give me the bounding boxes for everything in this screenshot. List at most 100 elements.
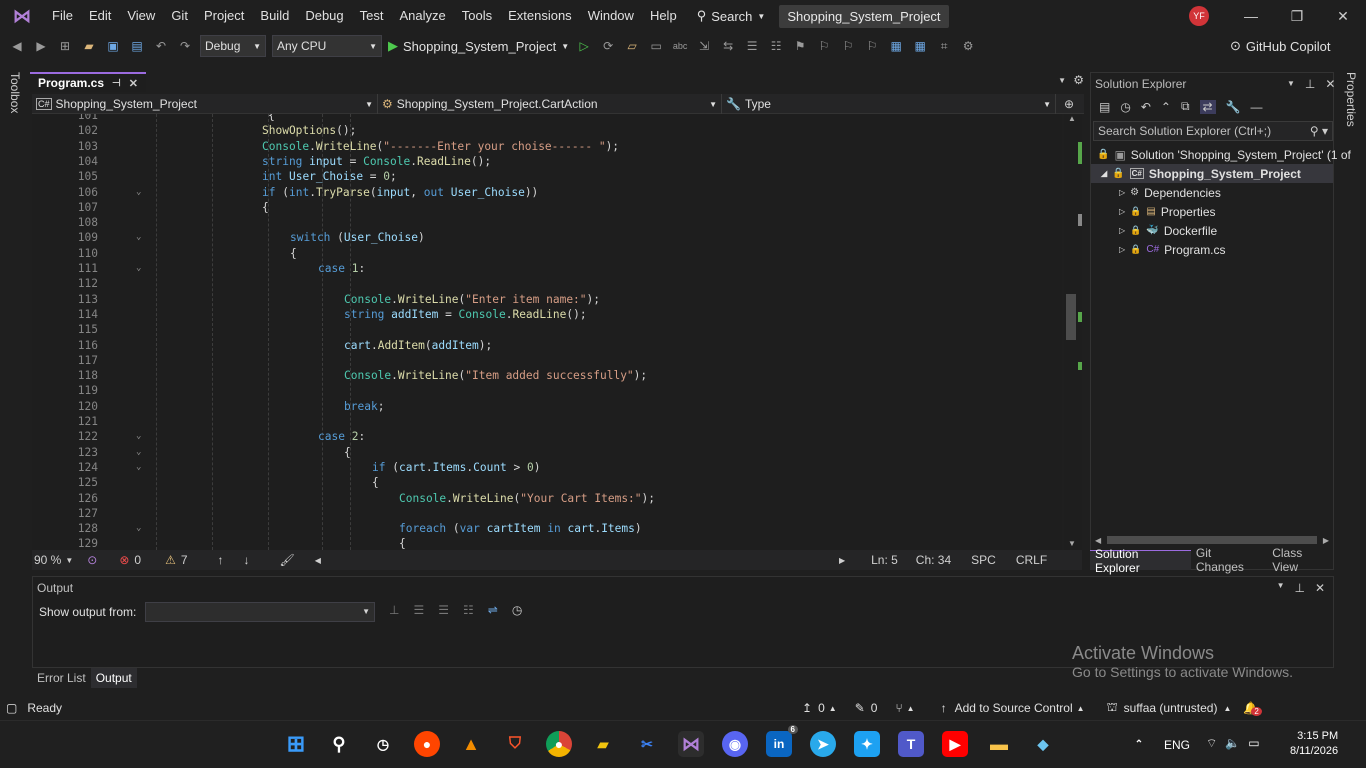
new-item-icon[interactable]: ⊞ [56, 37, 74, 55]
menu-debug[interactable]: Debug [297, 0, 351, 32]
scroll-right-icon[interactable]: ▶ [839, 556, 845, 565]
next-issue-icon[interactable]: ↓ [244, 553, 250, 567]
tab-overflow-icon[interactable]: ▼ [1058, 76, 1066, 85]
platform-select[interactable]: Any CPU ▼ [272, 35, 382, 57]
expand-arrow-icon[interactable]: ▷ [1119, 245, 1125, 254]
tab-program-cs[interactable]: Program.cs ⊣ ✕ [30, 72, 146, 92]
task-view-icon[interactable]: ◷ [370, 731, 396, 757]
menu-help[interactable]: Help [642, 0, 685, 32]
preview-icon[interactable]: — [1251, 100, 1263, 114]
previous-issue-icon[interactable]: ↑ [218, 553, 224, 567]
code-line[interactable]: 109 ⌄ switch (User_Choise) [32, 230, 1062, 245]
step-into-icon[interactable]: ⇲ [695, 37, 713, 55]
code-line[interactable]: 122 ⌄ case 2: [32, 429, 1062, 444]
code-line[interactable]: 125 { [32, 475, 1062, 490]
pin-icon[interactable]: ⊥ [1294, 581, 1304, 595]
restore-icon[interactable]: ❐ [1274, 0, 1320, 32]
bookmark-clear-icon[interactable]: ⚐ [863, 37, 881, 55]
search-solution-input[interactable]: Search Solution Explorer (Ctrl+;) ⚲ ▾ [1093, 121, 1333, 141]
code-line[interactable]: 127 [32, 506, 1062, 521]
menu-file[interactable]: File [44, 0, 81, 32]
line-ending-indicator[interactable]: CRLF [1016, 553, 1047, 567]
youtube-icon[interactable]: ▶ [942, 731, 968, 757]
menu-tools[interactable]: Tools [454, 0, 500, 32]
start-without-debugging-icon[interactable]: ▷ [575, 37, 593, 55]
source-control-icon[interactable]: ↑ [941, 701, 947, 715]
code-line[interactable]: 118 Console.WriteLine("Item added success… [32, 368, 1062, 383]
code-line[interactable]: 116 cart.AddItem(addItem); [32, 338, 1062, 353]
twitter-icon[interactable]: ✦ [854, 731, 880, 757]
code-line[interactable]: 114 string addItem = Console.ReadLine(); [32, 307, 1062, 322]
pushes-count[interactable]: 0 [818, 701, 825, 715]
output-source-select[interactable]: ▼ [145, 602, 375, 622]
back-icon[interactable]: ◀ [8, 37, 26, 55]
start-debugging-button[interactable]: ▶ Shopping_System_Project ▼ [388, 38, 569, 54]
search-button[interactable]: ⚲ Search ▼ [697, 8, 766, 24]
scroll-thumb[interactable] [1066, 294, 1076, 340]
customize-icon[interactable]: ⚙ [959, 37, 977, 55]
back-icon[interactable]: ↶ [1141, 100, 1151, 114]
repository-label[interactable]: suffaa (untrusted) [1124, 701, 1218, 715]
scroll-right-icon[interactable]: ▶ [1323, 536, 1329, 545]
extension-icon[interactable]: ⌗ [935, 37, 953, 55]
github-copilot-button[interactable]: ⊙ GitHub Copilot [1230, 38, 1330, 54]
menu-window[interactable]: Window [580, 0, 642, 32]
fold-toggle-icon[interactable]: ⌄ [136, 460, 141, 475]
scroll-left-icon[interactable]: ◀ [315, 556, 321, 565]
pin-icon[interactable]: ⊥ [1305, 77, 1315, 91]
telegram-icon[interactable]: ➤ [810, 731, 836, 757]
find-message-icon[interactable]: ⊥ [389, 603, 399, 617]
chevron-down-icon[interactable]: ▼ [1277, 581, 1285, 595]
linkedin-icon[interactable]: in 6 [766, 725, 798, 757]
repository-icon[interactable]: ⛫ [1107, 700, 1118, 716]
code-line[interactable]: 101 { [32, 114, 1062, 123]
fold-toggle-icon[interactable]: ⌄ [136, 445, 141, 460]
scroll-up-icon[interactable]: ▲ [1068, 114, 1076, 123]
chevron-down-icon[interactable]: ▼ [1287, 79, 1295, 88]
add-to-source-control-button[interactable]: Add to Source Control [955, 701, 1073, 715]
configuration-select[interactable]: Debug ▼ [200, 35, 266, 57]
code-line[interactable]: 117 [32, 353, 1062, 368]
clock[interactable]: 3:15 PM 8/11/2026 [1290, 729, 1338, 759]
properties-icon[interactable]: 🔧 [1226, 100, 1241, 114]
tree-item-dockerfile[interactable]: ▷ 🔒 🐳 Dockerfile [1119, 221, 1217, 240]
hot-reload-icon[interactable]: ⟳ [599, 37, 617, 55]
settings-gear-icon[interactable]: ⚙ [1073, 73, 1084, 87]
branch-icon[interactable]: ⑂ [895, 701, 902, 715]
tab-git-changes[interactable]: Git Changes [1191, 546, 1267, 574]
expand-arrow-icon[interactable]: ▷ [1119, 188, 1125, 197]
char-indicator[interactable]: Ch: 34 [916, 553, 951, 567]
tab-class-view[interactable]: Class View [1267, 546, 1336, 574]
tree-item-program-cs[interactable]: ▷ 🔒 C# Program.cs [1119, 240, 1226, 259]
tray-overflow-icon[interactable]: ⌃ [1126, 731, 1152, 757]
timestamp-icon[interactable]: ◷ [512, 603, 522, 617]
tab-output[interactable]: Output [90, 668, 137, 688]
toolbox-tab[interactable]: Toolbox [8, 72, 22, 113]
warnings-indicator[interactable]: ⚠ 7 [165, 553, 187, 567]
close-icon[interactable]: ✕ [1325, 77, 1335, 91]
window-layout-icon[interactable]: ▭ [647, 37, 665, 55]
next-message-icon[interactable]: ☰ [438, 603, 449, 617]
code-editor[interactable]: 101{102 ShowOptions(); 103 Console.WriteLin… [32, 114, 1062, 550]
clear-all-icon[interactable]: ☷ [463, 603, 474, 617]
code-line[interactable]: 106 ⌄ if (int.TryParse(input, out User_Cho… [32, 185, 1062, 200]
code-line[interactable]: 113 Console.WriteLine("Enter item name:")… [32, 292, 1062, 307]
code-line[interactable]: 124 ⌄ if (cart.Items.Count > 0) [32, 460, 1062, 475]
code-line[interactable]: 112 [32, 276, 1062, 291]
code-line[interactable]: 121 [32, 414, 1062, 429]
class-dropdown[interactable]: ⚙ Shopping_System_Project.CartAction ▼ [378, 94, 722, 114]
fold-toggle-icon[interactable]: ⌄ [136, 429, 141, 444]
pushes-icon[interactable]: ↥ [802, 701, 812, 715]
reddit-icon[interactable]: ● [414, 731, 440, 757]
code-line[interactable]: 104 string input = Console.ReadLine(); [32, 154, 1062, 169]
code-line[interactable]: 110 { [32, 246, 1062, 261]
copilot-status-icon[interactable]: ⊙ [87, 553, 97, 567]
app-icon[interactable]: ◆ [1030, 731, 1056, 757]
tree-item-dependencies[interactable]: ▷ ⚙ Dependencies [1119, 183, 1221, 202]
line-indicator[interactable]: Ln: 5 [871, 553, 898, 567]
previous-message-icon[interactable]: ☰ [413, 603, 424, 617]
language-indicator[interactable]: ENG [1164, 738, 1190, 752]
tab-solution-explorer[interactable]: Solution Explorer [1090, 547, 1191, 575]
code-line[interactable]: 103 Console.WriteLine("-------Enter your … [32, 139, 1062, 154]
code-line[interactable]: 129 { [32, 536, 1062, 550]
